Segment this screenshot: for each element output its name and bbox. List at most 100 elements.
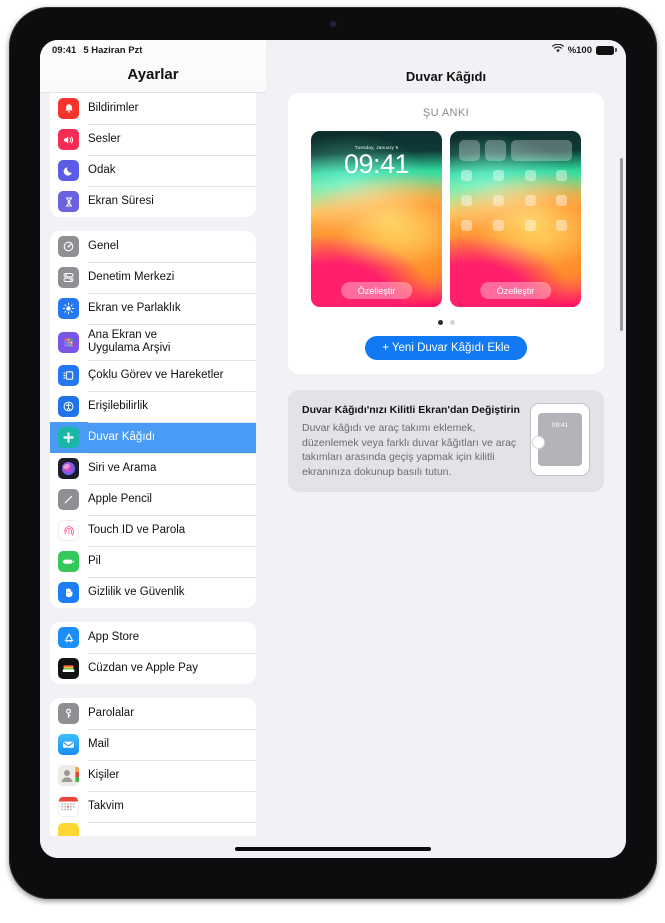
sidebar-item-apple-pencil[interactable]: Apple Pencil (50, 484, 256, 515)
notes-icon (58, 822, 79, 836)
sidebar-group: Genel Denetim Merkezi Ekran ve Parlaklık (50, 231, 256, 608)
moon-icon (58, 160, 79, 181)
sidebar-item-label: Denetim Merkezi (88, 271, 175, 283)
current-wallpaper-card: ŞU ANKI Tuesday, January 9 09:41 Özelleş… (288, 93, 604, 374)
sidebar-item-parolalar[interactable]: Parolalar (50, 698, 256, 729)
app-icon-placeholder (556, 220, 568, 231)
sidebar-group: Parolalar Mail Kişiler Takvim (50, 698, 256, 836)
fingerprint-icon (58, 520, 79, 541)
contacts-icon (58, 765, 79, 786)
sidebar-item-label: App Store (88, 631, 140, 643)
lock-screen-preview[interactable]: Tuesday, January 9 09:41 Özelleştir (311, 131, 442, 307)
sidebar-item-notlar[interactable] (50, 822, 256, 836)
sidebar-item-ekran-suresi[interactable]: Ekran Süresi (50, 186, 256, 217)
app-grid-icon (58, 331, 79, 353)
page-dot-active[interactable] (437, 320, 443, 325)
speaker-icon (58, 129, 79, 150)
add-wallpaper-button[interactable]: + Yeni Duvar Kâğıdı Ekle (365, 336, 527, 360)
app-icon-placeholder (492, 170, 504, 181)
sidebar-item-label: Erişilebilirlik (88, 400, 149, 412)
sidebar-item-label: Ekran Süresi (88, 195, 154, 207)
sidebar-item-label: Sesler (88, 133, 121, 145)
wallpaper-detail-pane: Duvar Kâğıdı ŞU ANKI Tuesday, January 9 … (266, 40, 626, 858)
app-icon-placeholder (524, 195, 536, 206)
sidebar-item-label: Ekran ve Parlaklık (88, 302, 181, 314)
info-text-block: Duvar Kâğıdı'nızı Kilitli Ekran'dan Deği… (302, 403, 520, 479)
sidebar-item-label: Touch ID ve Parola (88, 524, 186, 536)
sidebar-item-label: Gizlilik ve Güvenlik (88, 586, 185, 598)
ipad-screen: 09:41 5 Haziran Pzt %100 Ayarlar Bildiri… (40, 40, 626, 858)
siri-icon (58, 458, 79, 479)
sidebar-item-ana-ekran-ve-uygulama-arsivi[interactable]: Ana Ekran ve Uygulama Arşivi (50, 324, 256, 360)
home-screen-preview[interactable]: Özelleştir (450, 131, 581, 307)
sidebar-item-sesler[interactable]: Sesler (50, 124, 256, 155)
sidebar-item-denetim-merkezi[interactable]: Denetim Merkezi (50, 262, 256, 293)
sidebar-group: Bildirimler Sesler Odak Ekran Süresi (50, 93, 256, 217)
sidebar-item-mail[interactable]: Mail (50, 729, 256, 760)
sidebar-item-takvim[interactable]: Takvim (50, 791, 256, 822)
wallpaper-previews: Tuesday, January 9 09:41 Özelleştir Özel… (288, 131, 604, 307)
widget-placeholder (511, 140, 572, 161)
sidebar-item-pil[interactable]: Pil (50, 546, 256, 577)
sidebar-item-label: Bildirimler (88, 102, 139, 114)
info-card-body: Duvar kâğıdı ve araç takımı eklemek, düz… (302, 422, 517, 478)
info-card: Duvar Kâğıdı'nızı Kilitli Ekran'dan Deği… (288, 390, 604, 492)
sidebar-item-label: Ana Ekran ve Uygulama Arşivi (88, 329, 171, 354)
sidebar-item-label: Pil (88, 555, 101, 567)
detail-page-title: Duvar Kâğıdı (405, 69, 487, 84)
home-indicator[interactable] (235, 846, 431, 851)
battery-green-icon (58, 551, 79, 572)
front-camera-icon (330, 21, 336, 27)
widget-placeholder (459, 140, 480, 161)
brightness-icon (58, 298, 79, 319)
calendar-icon (58, 796, 79, 817)
sidebar-item-genel[interactable]: Genel (50, 231, 256, 262)
sidebar-group: App Store Cüzdan ve Apple Pay (50, 622, 256, 684)
sidebar-item-cuzdan-ve-apple-pay[interactable]: Cüzdan ve Apple Pay (50, 653, 256, 684)
sidebar-item-ekran-ve-parlaklik[interactable]: Ekran ve Parlaklık (50, 293, 256, 324)
customize-lock-screen-button[interactable]: Özelleştir (340, 282, 413, 299)
sidebar-item-erisilebilirlik[interactable]: Erişilebilirlik (50, 391, 256, 422)
sidebar-item-touch-id-ve-parola[interactable]: Touch ID ve Parola (50, 515, 256, 546)
pencil-icon (58, 489, 79, 510)
sidebar-item-label: Kişiler (88, 769, 120, 781)
wallet-icon (58, 658, 79, 679)
touch-indicator-icon (532, 436, 545, 449)
page-dots[interactable] (288, 320, 604, 325)
wallpaper-icon (58, 427, 79, 448)
sidebar-item-odak[interactable]: Odak (50, 155, 256, 186)
section-header: ŞU ANKI (422, 107, 470, 119)
app-icon-placeholder (461, 220, 472, 231)
main-header: Duvar Kâğıdı (266, 40, 626, 93)
ipad-illustration: 09:41 (530, 403, 590, 476)
sidebar-item-kisiler[interactable]: Kişiler (50, 760, 256, 791)
main-scrollbar[interactable] (620, 158, 623, 331)
sidebar-item-label: Duvar Kâğıdı (88, 431, 156, 443)
sidebar-scroll-area[interactable]: Bildirimler Sesler Odak Ekran Süresi Gen… (40, 93, 266, 858)
page-dot[interactable] (449, 320, 455, 325)
main-content: ŞU ANKI Tuesday, January 9 09:41 Özelleş… (266, 93, 626, 492)
page-title: Ayarlar (127, 66, 179, 83)
sidebar-item-gizlilik-ve-guvenlik[interactable]: Gizlilik ve Güvenlik (50, 577, 256, 608)
customize-home-screen-button[interactable]: Özelleştir (479, 282, 552, 299)
sidebar-item-label: Siri ve Arama (88, 462, 157, 474)
sidebar-item-duvar-kagidi[interactable]: Duvar Kâğıdı (50, 422, 256, 453)
gear-icon (58, 236, 79, 257)
sidebar-item-label: Cüzdan ve Apple Pay (88, 662, 198, 674)
bell-icon (58, 98, 79, 119)
app-icon-placeholder (524, 170, 536, 181)
sidebar-item-coklu-gorev-ve-hareketler[interactable]: Çoklu Görev ve Hareketler (50, 360, 256, 391)
sidebar-item-siri-ve-arama[interactable]: Siri ve Arama (50, 453, 256, 484)
appstore-icon (58, 627, 79, 648)
app-icon-placeholder (492, 220, 504, 231)
widget-placeholder (485, 140, 506, 161)
mail-icon (58, 734, 79, 755)
sidebar-item-bildirimler[interactable]: Bildirimler (50, 93, 256, 124)
accessibility-icon (58, 396, 79, 417)
app-icon-placeholder (524, 220, 536, 231)
illustration-time: 09:41 (551, 422, 569, 429)
add-wallpaper-row: + Yeni Duvar Kâğıdı Ekle (288, 336, 604, 360)
app-icon-grid (461, 170, 570, 231)
sidebar-item-app-store[interactable]: App Store (50, 622, 256, 653)
lock-screen-time: 09:41 (343, 149, 410, 179)
